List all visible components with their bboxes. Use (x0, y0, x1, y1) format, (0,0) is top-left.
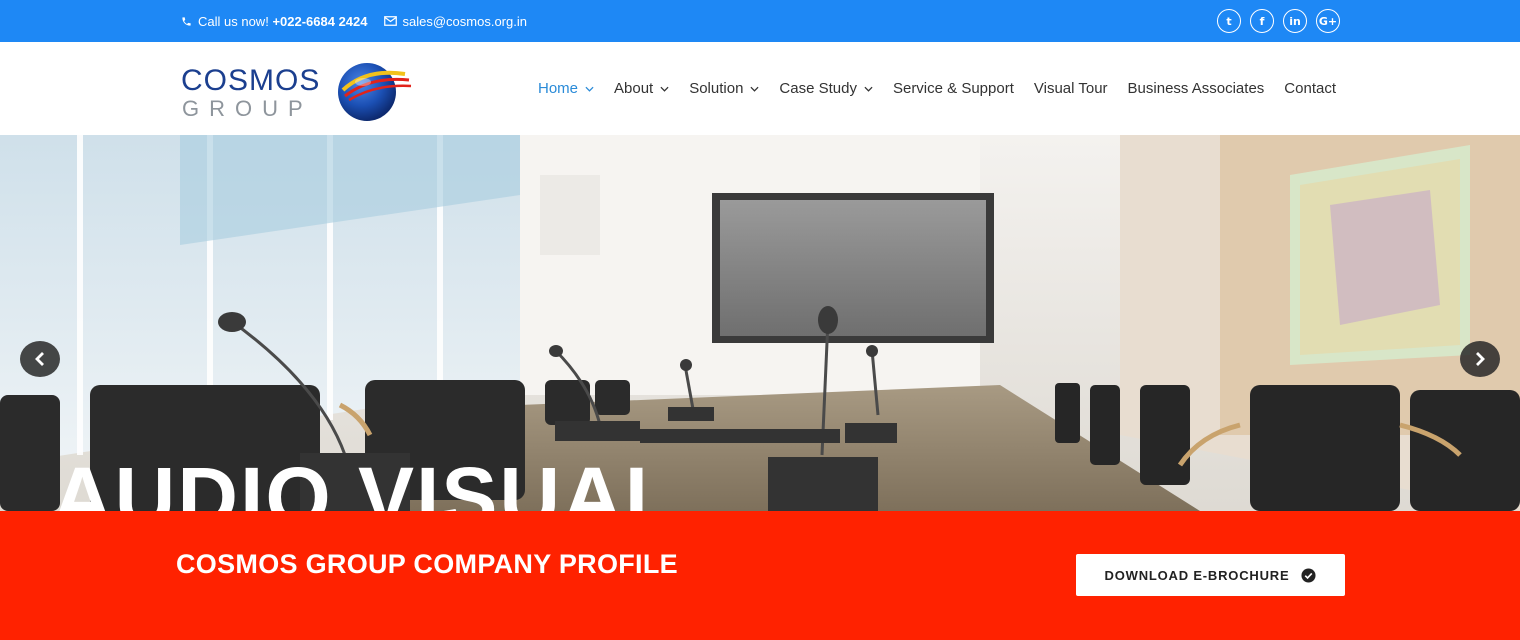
nav-business-associates-label: Business Associates (1127, 80, 1265, 97)
chevron-right-icon (1476, 352, 1485, 366)
facebook-icon[interactable]: f (1250, 9, 1274, 33)
cosmos-logo[interactable]: COSMOS GROUP (181, 52, 421, 122)
chevron-left-icon (35, 352, 44, 366)
chevron-down-icon (660, 86, 669, 92)
nav-home[interactable]: Home (538, 80, 594, 97)
social-links: t f in G+ (1208, 0, 1340, 42)
twitter-icon[interactable]: t (1217, 9, 1241, 33)
nav-service-support[interactable]: Service & Support (893, 80, 1014, 97)
top-bar: Call us now! +022-6684 2424 sales@cosmos… (0, 0, 1520, 42)
nav-service-support-label: Service & Support (892, 80, 1014, 97)
nav-visual-tour-label: Visual Tour (1033, 80, 1108, 97)
site-header: COSMOS GROUP Home About Solution Case St… (0, 42, 1520, 135)
phone-icon (182, 16, 191, 26)
logo-text-cosmos: COSMOS (181, 64, 321, 97)
hero-slider: AUDIO VISUAL (0, 135, 1520, 511)
envelope-icon (383, 16, 397, 26)
company-profile-title: COSMOS GROUP COMPANY PROFILE (176, 549, 678, 579)
check-circle-icon (1301, 567, 1316, 583)
download-brochure-label: DOWNLOAD E-BROCHURE (1104, 567, 1290, 583)
call-label: Call us now! (198, 13, 269, 29)
nav-solution-label: Solution (689, 80, 744, 97)
nav-about-label: About (614, 80, 654, 97)
download-brochure-button[interactable]: DOWNLOAD E-BROCHURE (1076, 554, 1345, 596)
nav-case-study[interactable]: Case Study (779, 80, 873, 97)
linkedin-icon[interactable]: in (1283, 9, 1307, 33)
main-navigation: Home About Solution Case Study Service &… (518, 42, 1336, 135)
nav-business-associates[interactable]: Business Associates (1128, 80, 1265, 97)
chevron-down-icon (585, 86, 594, 92)
hero-caption: AUDIO VISUAL (52, 450, 679, 511)
google-plus-icon[interactable]: G+ (1316, 9, 1340, 33)
nav-case-study-label: Case Study (779, 80, 857, 97)
chevron-down-icon (750, 86, 759, 92)
nav-contact-label: Contact (1284, 80, 1336, 97)
nav-home-label: Home (537, 80, 578, 97)
nav-contact[interactable]: Contact (1284, 80, 1336, 97)
company-profile-band: COSMOS GROUP COMPANY PROFILE DOWNLOAD E-… (0, 511, 1520, 640)
slider-next-button[interactable] (1460, 341, 1500, 377)
phone-number: +022-6684 2424 (272, 13, 368, 29)
nav-solution[interactable]: Solution (689, 80, 759, 97)
phone-contact[interactable]: Call us now! +022-6684 2424 (181, 14, 368, 29)
nav-visual-tour[interactable]: Visual Tour (1034, 80, 1108, 97)
logo-text-group: GROUP (182, 96, 313, 121)
globe-logo-icon (338, 63, 412, 121)
email-contact[interactable]: sales@cosmos.org.in (383, 13, 527, 29)
nav-about[interactable]: About (614, 80, 669, 97)
email-address: sales@cosmos.org.in (402, 13, 527, 29)
contact-info: Call us now! +022-6684 2424 sales@cosmos… (181, 0, 543, 42)
chevron-down-icon (864, 86, 873, 92)
slider-prev-button[interactable] (20, 341, 60, 377)
